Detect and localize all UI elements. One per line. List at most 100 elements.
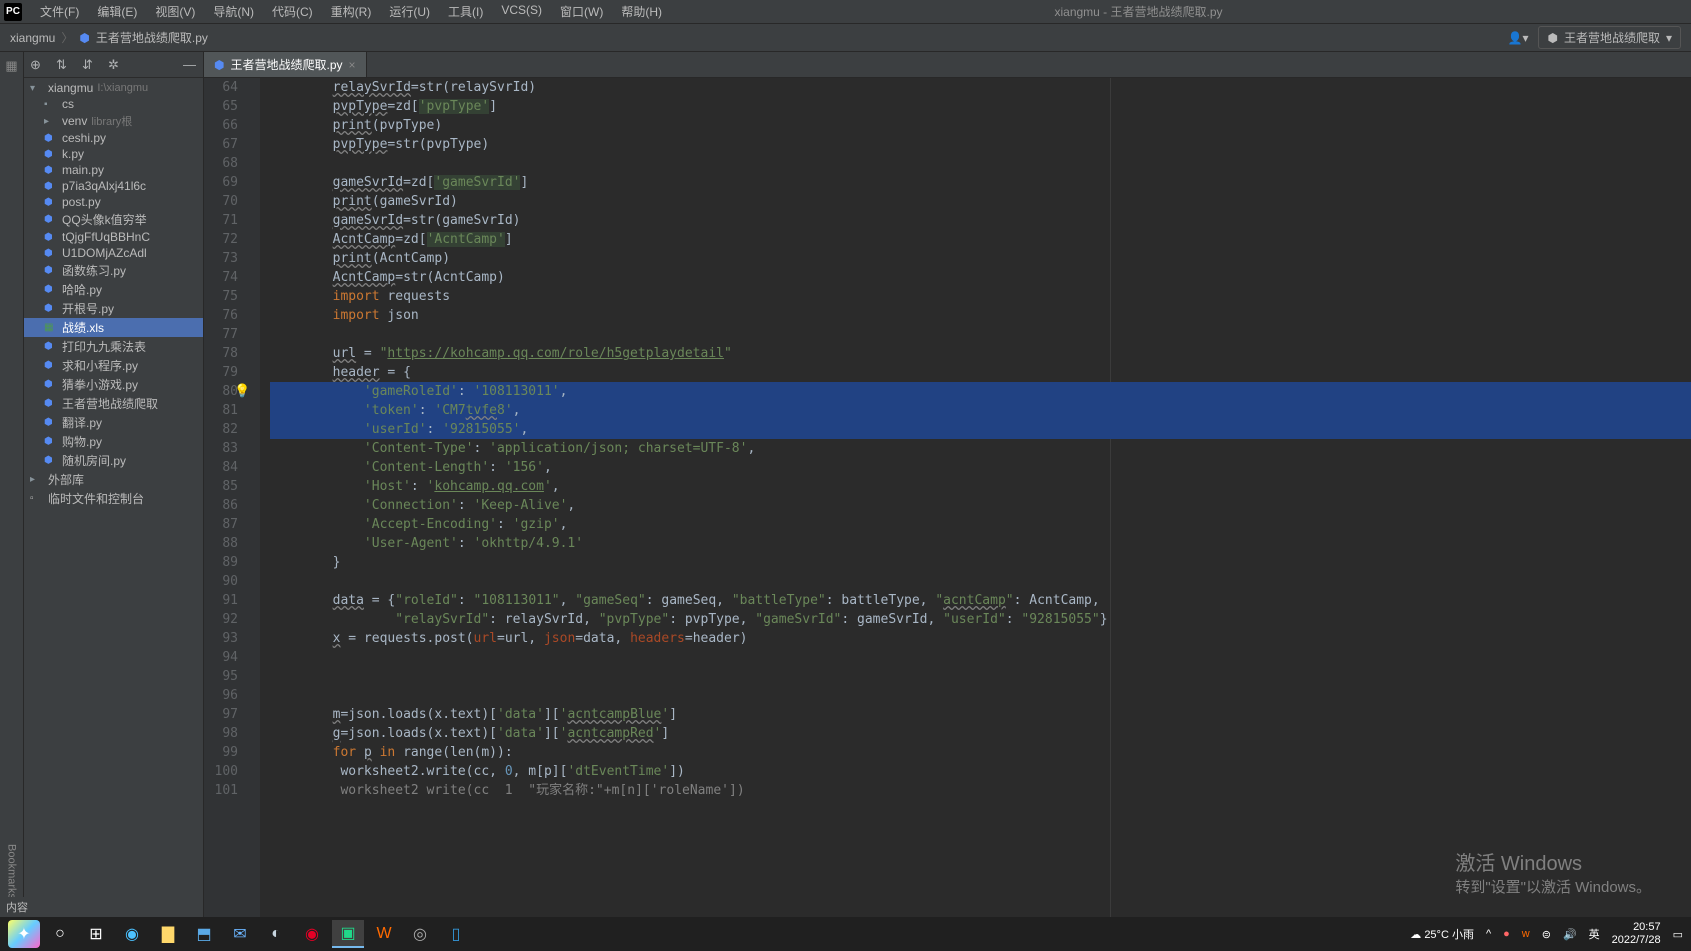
tree-item[interactable]: ▸外部库 — [24, 470, 203, 489]
python-file-icon: ⬢ — [214, 58, 224, 72]
tree-item-icon: ⬢ — [44, 232, 58, 243]
app-icon-2[interactable]: ▯ — [440, 920, 472, 948]
code-editor[interactable]: 6465666768697071727374757677787980818283… — [204, 78, 1691, 917]
breadcrumb-project[interactable]: xiangmu — [10, 31, 55, 45]
collapse-icon[interactable]: ⇵ — [82, 57, 96, 73]
tree-item[interactable]: ⬢随机房间.py — [24, 451, 203, 470]
tree-item[interactable]: ⬢王者营地战绩爬取 — [24, 394, 203, 413]
tree-item[interactable]: ⬢打印九九乘法表 — [24, 337, 203, 356]
tree-item-label: ceshi.py — [62, 131, 106, 145]
explorer-icon[interactable]: ▇ — [152, 920, 184, 948]
breadcrumb-file[interactable]: 王者营地战绩爬取.py — [96, 29, 208, 46]
tree-item[interactable]: ⬢求和小程序.py — [24, 356, 203, 375]
menu-edit[interactable]: 编辑(E) — [89, 1, 145, 22]
python-file-icon: ⬢ — [79, 31, 89, 45]
menu-code[interactable]: 代码(C) — [264, 1, 321, 22]
status-left-label: 内容 — [0, 897, 40, 917]
tray-chevron-icon[interactable]: ^ — [1486, 928, 1491, 940]
breadcrumb: xiangmu 〉 ⬢ 王者营地战绩爬取.py — [10, 29, 208, 46]
tree-item[interactable]: ⬢post.py — [24, 194, 203, 210]
tree-item-label: QQ头像k值穷举 — [62, 211, 147, 228]
tray-icon-1[interactable]: ● — [1503, 928, 1510, 940]
menu-refactor[interactable]: 重构(R) — [323, 1, 380, 22]
menu-vcs[interactable]: VCS(S) — [493, 1, 550, 22]
tree-item[interactable]: ⬢ceshi.py — [24, 130, 203, 146]
project-tool-button[interactable]: ▦ — [5, 58, 17, 74]
menu-window[interactable]: 窗口(W) — [552, 1, 611, 22]
run-config-selector[interactable]: ⬢ 王者营地战绩爬取 ▾ — [1538, 26, 1681, 49]
tree-item-icon: ⬢ — [44, 417, 58, 428]
edge-icon[interactable]: ◉ — [116, 920, 148, 948]
app-icon: PC — [4, 3, 22, 21]
menu-tools[interactable]: 工具(I) — [440, 1, 491, 22]
ime-indicator[interactable]: 英 — [1589, 926, 1600, 942]
clock[interactable]: 20:57 2022/7/28 — [1612, 921, 1661, 947]
project-tree[interactable]: ▾xiangmuI:\xiangmu▪cs▸venvlibrary根⬢ceshi… — [24, 78, 203, 917]
network-icon[interactable]: ⊜ — [1542, 928, 1551, 941]
tree-item[interactable]: ⬢p7ia3qAlxj41l6c — [24, 178, 203, 194]
editor-tab[interactable]: ⬢ 王者营地战绩爬取.py × — [204, 52, 367, 77]
minimize-icon[interactable]: — — [183, 57, 197, 72]
tree-item[interactable]: ⬢开根号.py — [24, 299, 203, 318]
expand-icon[interactable]: ⇅ — [56, 57, 70, 73]
fold-gutter[interactable] — [246, 78, 260, 917]
tree-item[interactable]: ⬢哈哈.py — [24, 280, 203, 299]
menu-help[interactable]: 帮助(H) — [613, 1, 670, 22]
tree-item-label: 战绩.xls — [62, 319, 104, 336]
tree-item-label: 翻译.py — [62, 414, 102, 431]
weather-widget[interactable]: ☁ 25°C 小雨 — [1410, 926, 1474, 942]
tree-item-label: 开根号.py — [62, 300, 114, 317]
tree-item-icon: ▪ — [44, 99, 58, 110]
tree-item-icon: ⬢ — [44, 379, 58, 390]
tree-item-icon: ⬢ — [44, 248, 58, 259]
intention-bulb-icon[interactable]: 💡 — [234, 382, 248, 396]
tree-item-label: U1DOMjAZcAdl — [62, 246, 147, 260]
users-icon[interactable]: 👤▾ — [1508, 31, 1529, 45]
notification-icon[interactable]: ▭ — [1673, 928, 1683, 941]
menu-run[interactable]: 运行(U) — [381, 1, 438, 22]
close-tab-icon[interactable]: × — [349, 58, 356, 72]
tree-item[interactable]: ⬢猜拳小游戏.py — [24, 375, 203, 394]
tree-item[interactable]: ⬢main.py — [24, 162, 203, 178]
tree-item-label: 临时文件和控制台 — [48, 490, 144, 507]
tree-item[interactable]: ⬢购物.py — [24, 432, 203, 451]
steam-icon[interactable]: ◐ — [260, 920, 292, 948]
target-icon[interactable]: ⊕ — [30, 57, 44, 73]
tree-item[interactable]: ⬢QQ头像k值穷举 — [24, 210, 203, 229]
menu-file[interactable]: 文件(F) — [32, 1, 87, 22]
tree-item[interactable]: ⬢ 翻译.py — [24, 413, 203, 432]
settings-icon[interactable]: ✲ — [108, 57, 122, 73]
tray-icon-2[interactable]: w — [1522, 928, 1530, 940]
tree-item[interactable]: ▪ cs — [24, 96, 203, 112]
store-icon[interactable]: ⬒ — [188, 920, 220, 948]
tree-item[interactable]: ▦战绩.xls — [24, 318, 203, 337]
tree-item[interactable]: ▫临时文件和控制台 — [24, 489, 203, 508]
search-icon[interactable]: ○ — [44, 920, 76, 948]
tree-item-icon: ⬢ — [44, 165, 58, 176]
tree-item[interactable]: ⬢函数练习.py — [24, 261, 203, 280]
tree-item[interactable]: ⬢k.py — [24, 146, 203, 162]
tree-item-label: 函数练习.py — [62, 262, 126, 279]
mail-icon[interactable]: ✉ — [224, 920, 256, 948]
tree-item[interactable]: ▾xiangmuI:\xiangmu — [24, 80, 203, 96]
chevron-down-icon: ▾ — [1666, 31, 1672, 45]
tree-item[interactable]: ⬢ U1DOMjAZcAdl — [24, 245, 203, 261]
tree-item-dim: library根 — [91, 113, 132, 129]
tree-item-icon: ⬢ — [44, 455, 58, 466]
start-button[interactable]: ✦ — [8, 920, 40, 948]
app-icon-1[interactable]: ◎ — [404, 920, 436, 948]
wps-icon[interactable]: W — [368, 920, 400, 948]
tree-item[interactable]: ⬢tQjgFfUqBBHnC — [24, 229, 203, 245]
menu-nav[interactable]: 导航(N) — [205, 1, 262, 22]
pycharm-icon[interactable]: ▣ — [332, 920, 364, 948]
volume-icon[interactable]: 🔊 — [1563, 928, 1577, 941]
tree-item[interactable]: ▸venvlibrary根 — [24, 112, 203, 130]
tree-item-icon: ⬢ — [44, 197, 58, 208]
tree-item-label: cs — [62, 97, 74, 111]
netease-icon[interactable]: ◉ — [296, 920, 328, 948]
menu-bar: 文件(F) 编辑(E) 视图(V) 导航(N) 代码(C) 重构(R) 运行(U… — [32, 1, 670, 22]
code-content[interactable]: relaySvrId=str(relaySvrId) pvpType=zd['p… — [260, 78, 1691, 917]
task-view-icon[interactable]: ⊞ — [80, 920, 112, 948]
menu-view[interactable]: 视图(V) — [147, 1, 203, 22]
python-icon: ⬢ — [1547, 31, 1557, 45]
